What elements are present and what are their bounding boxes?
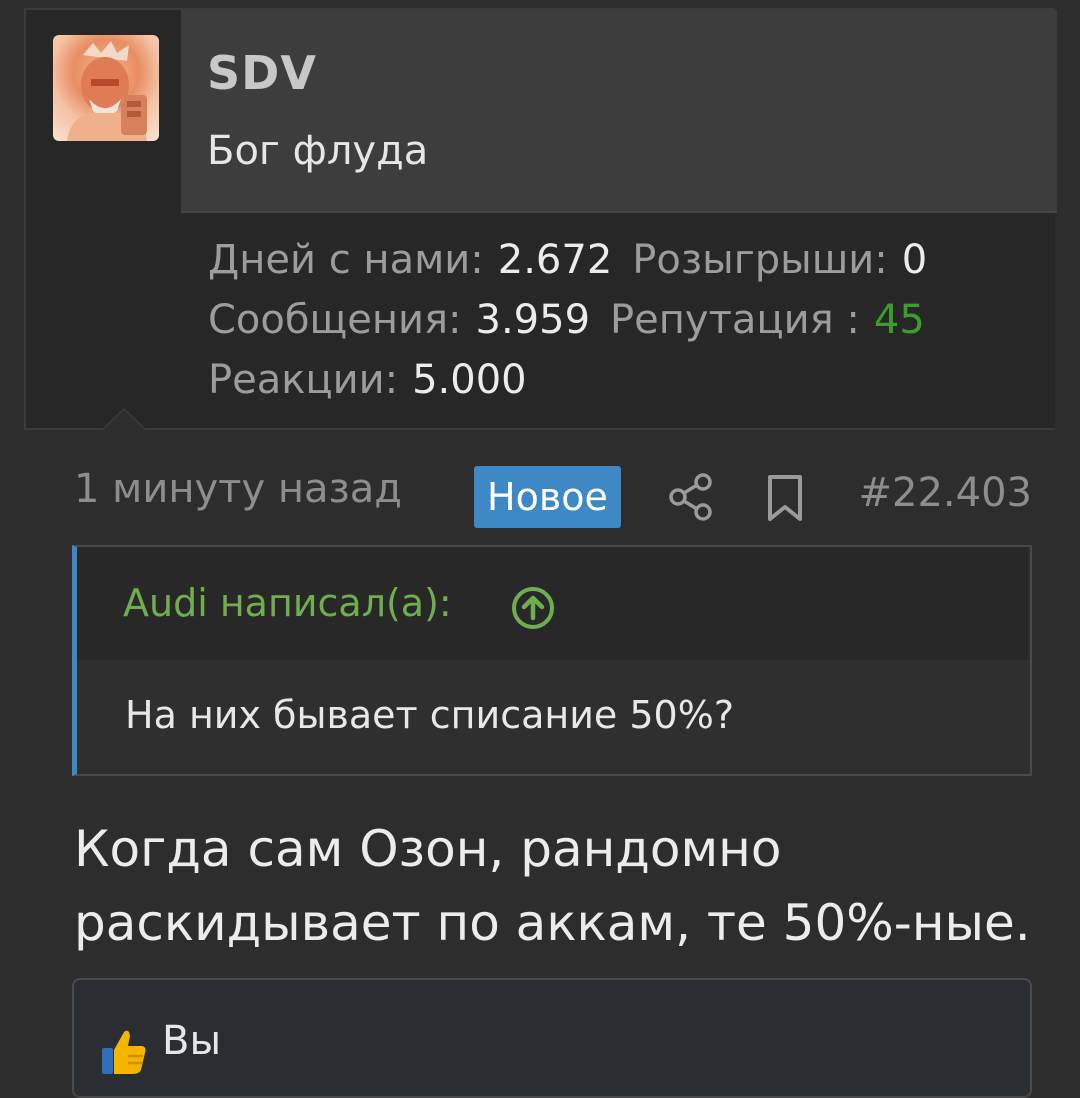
messages-label: Сообщения: (208, 297, 462, 343)
stats-row-2: Сообщения: 3.959 Репутация : 45 (208, 290, 947, 350)
reputation-value: 45 (873, 297, 925, 343)
post-time[interactable]: 1 минуту назад (74, 466, 402, 512)
reactions-value: 5.000 (412, 357, 527, 403)
quote-author[interactable]: Audi написал(а): (123, 581, 452, 625)
new-badge: Новое (474, 466, 621, 528)
reactions-text[interactable]: Вы (162, 1018, 221, 1064)
stats-row-3: Реакции: 5.000 (208, 350, 947, 410)
arrow-up-circle-icon[interactable] (511, 586, 555, 630)
user-title: Бог флуда (207, 128, 429, 174)
user-card: SDV Бог флуда Дней с нами: 2.672 Розыгрыши… (24, 8, 1057, 430)
messages-value: 3.959 (475, 297, 591, 343)
username[interactable]: SDV (207, 46, 317, 100)
post-body: Когда сам Озон, рандомно раскидывает по … (74, 820, 1031, 952)
avatar[interactable] (53, 35, 159, 141)
stats-row-1: Дней с нами: 2.672 Розыгрыши: 0 (208, 230, 947, 290)
days-label: Дней с нами: (208, 237, 484, 283)
share-icon[interactable] (668, 472, 714, 522)
user-stats: Дней с нами: 2.672 Розыгрыши: 0 Сообщения: 3… (208, 230, 947, 410)
quote-text: На них бывает списание 50%? (125, 693, 735, 737)
quote-block: Audi написал(а): На них бывает списание … (72, 545, 1032, 776)
giveaways-label: Розыгрыши: (632, 237, 888, 283)
reactions-label: Реакции: (208, 357, 399, 403)
thumbs-up-icon (102, 1030, 146, 1074)
post-meta: 1 минуту назад Новое #22.403 (74, 462, 1032, 528)
quote-header: Audi написал(а): (77, 547, 1028, 660)
reputation-label: Репутация : (610, 297, 860, 343)
bookmark-icon[interactable] (766, 474, 804, 522)
post-number[interactable]: #22.403 (859, 470, 1032, 516)
reactions-bar[interactable]: Вы (72, 978, 1032, 1098)
user-card-pointer (101, 408, 147, 430)
user-header: SDV Бог флуда (181, 10, 1057, 213)
days-value: 2.672 (497, 237, 613, 283)
avatar-image (67, 41, 147, 141)
giveaways-value: 0 (901, 237, 928, 283)
